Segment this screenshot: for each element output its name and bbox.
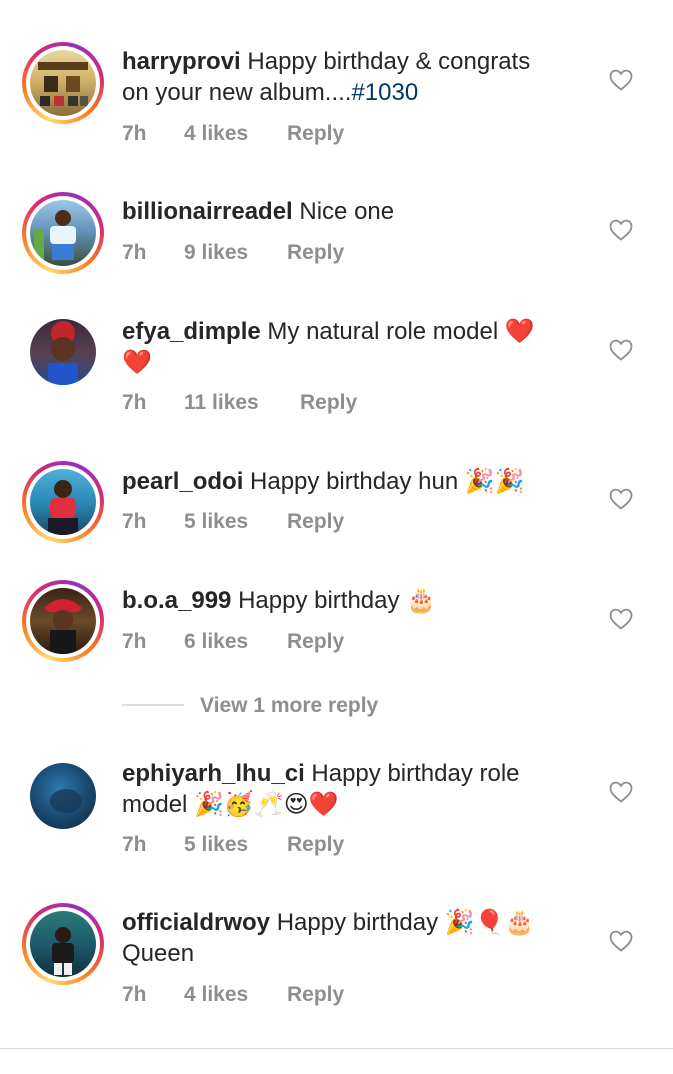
view-more-replies-button[interactable]: View 1 more reply [200,694,378,718]
comment-likes[interactable]: 5 likes [184,833,248,857]
avatar[interactable] [22,461,104,543]
reply-button[interactable]: Reply [287,510,344,534]
comment-likes[interactable]: 9 likes [184,241,248,265]
comment-username[interactable]: billionairreadel [122,198,293,225]
comment-username[interactable]: b.o.a_999 [122,587,231,614]
comment-likes[interactable]: 4 likes [184,122,248,146]
emoji-quick-bar [0,1049,673,1074]
comment-time: 7h [122,833,147,856]
comment-username[interactable]: efya_dimple [122,318,261,345]
comment-username[interactable]: pearl_odoi [122,468,243,495]
comment-time: 7h [122,510,147,533]
comment-body: Happy birthday [231,587,407,614]
heart-icon[interactable] [609,69,633,91]
reply-button[interactable]: Reply [287,630,344,654]
heart-icon[interactable] [609,930,633,952]
avatar[interactable] [22,580,104,662]
comment-emoji: 🎉🥳🥂😍❤️ [194,790,339,818]
comment-body: My natural role model [260,318,505,345]
heart-icon[interactable] [609,488,633,510]
comment-text: harryprovi Happy birthday & congrats on … [122,46,562,108]
reply-button[interactable]: Reply [287,833,344,857]
heart-icon[interactable] [609,339,633,361]
hashtag-link[interactable]: #1030 [351,79,418,106]
avatar[interactable] [22,903,104,985]
avatar[interactable] [22,755,104,837]
comment-time: 7h [122,122,147,145]
comment-time: 7h [122,391,147,414]
heart-icon[interactable] [609,219,633,241]
comment-username[interactable]: harryprovi [122,48,241,75]
comment-time: 7h [122,630,147,653]
comment-emoji: 🎉🎈🎂 [444,908,535,936]
comment-likes[interactable]: 6 likes [184,630,248,654]
reply-button[interactable]: Reply [300,391,357,415]
comment-likes[interactable]: 11 likes [184,391,259,415]
comment-body: Nice one [292,198,395,225]
comment-username[interactable]: ephiyarh_lhu_ci [122,760,305,787]
reply-button[interactable]: Reply [287,122,344,146]
comment-body: Happy birthday [270,909,445,936]
reply-button[interactable]: Reply [287,241,344,265]
avatar[interactable] [22,42,104,124]
comment-time: 7h [122,983,147,1006]
comment-body-continued: Queen [122,940,195,967]
heart-icon[interactable] [609,608,633,630]
comment-emoji: 🎂 [406,586,437,614]
heart-icon[interactable] [609,781,633,803]
avatar[interactable] [22,311,104,393]
comment-time: 7h [122,241,147,264]
comment-emoji: 🎉🎉 [464,467,525,495]
comment-likes[interactable]: 5 likes [184,510,248,534]
replies-divider [122,704,184,706]
comment-likes[interactable]: 4 likes [184,983,248,1007]
reply-button[interactable]: Reply [287,983,344,1007]
avatar[interactable] [22,192,104,274]
comment-username[interactable]: officialdrwoy [122,909,270,936]
comment-body: Happy birthday hun [243,468,465,495]
